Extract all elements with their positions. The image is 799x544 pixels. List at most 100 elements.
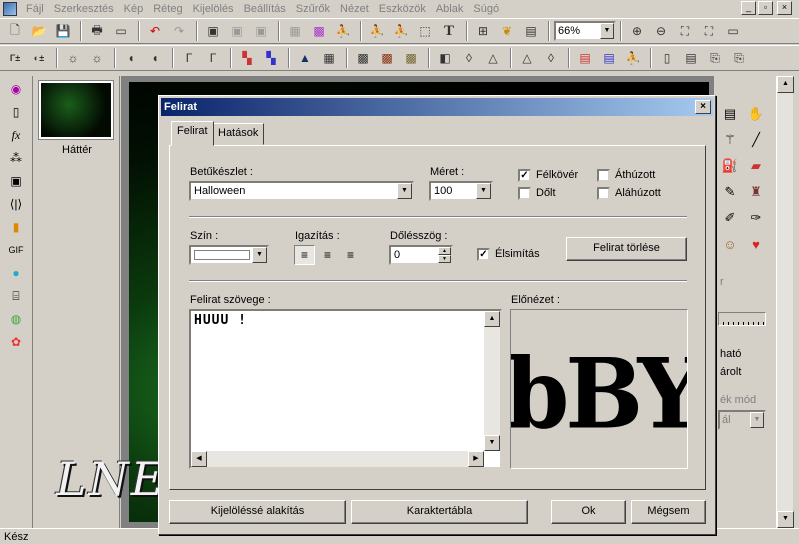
portrait-icon[interactable]: ☺ (720, 234, 740, 254)
menu-settings[interactable]: Beállítás (239, 3, 291, 15)
drop3-icon[interactable]: ◊ (540, 47, 562, 69)
page-icon[interactable]: ▯ (6, 102, 26, 122)
smudge-icon[interactable]: ✐ (720, 208, 740, 228)
histogram-icon[interactable]: ▦ (318, 47, 340, 69)
strawberry-icon[interactable]: ♥ (746, 234, 766, 254)
font-select[interactable]: Halloween ▼ (189, 181, 414, 201)
underline-checkbox[interactable] (597, 187, 610, 200)
figure-icon[interactable]: ⛹ (332, 20, 354, 42)
contrast-plus-icon[interactable]: ◖ (144, 47, 166, 69)
menu-layer[interactable]: Réteg (148, 3, 187, 15)
menu-tools[interactable]: Eszközök (374, 3, 431, 15)
magic-wand-icon[interactable]: ⚚ (720, 130, 740, 150)
menu-view[interactable]: Nézet (335, 3, 374, 15)
brush-icon[interactable]: ✎ (720, 182, 740, 202)
drop2-icon[interactable]: △ (482, 47, 504, 69)
charmap-button[interactable]: Karaktertábla (351, 500, 528, 524)
zoom-in-icon[interactable]: ⊕ (626, 20, 648, 42)
color-select[interactable]: ▼ (189, 245, 269, 265)
ok-button[interactable]: Ok (551, 500, 626, 524)
menu-file[interactable]: Fájl (21, 3, 49, 15)
drop-icon[interactable]: ◊ (458, 47, 480, 69)
antialias-checkbox[interactable]: ✓ (477, 248, 490, 261)
color-plus-icon[interactable]: ▚ (260, 47, 282, 69)
select-icon[interactable]: ⬚ (414, 20, 436, 42)
scroll-up-icon[interactable]: ▲ (484, 311, 500, 327)
gif-icon[interactable]: GIF (6, 240, 26, 260)
palette2-icon[interactable]: ▤ (598, 47, 620, 69)
ellipse-select-icon[interactable]: ◉ (6, 79, 26, 99)
mosaic-icon[interactable]: ▩ (308, 20, 330, 42)
caption-textarea[interactable]: HUUU ! ▲ ▼ ◀ ▶ (189, 309, 502, 469)
eraser-icon[interactable]: ▰ (746, 156, 766, 176)
frame-icon[interactable]: ▣ (6, 171, 26, 191)
hand-icon[interactable]: ✋ (746, 104, 766, 124)
pixel3-icon[interactable]: ▩ (400, 47, 422, 69)
export-icon[interactable]: ⎘ (704, 47, 726, 69)
zoom-select[interactable]: 66% ▼ (554, 21, 616, 41)
sphere-icon[interactable]: ● (6, 263, 26, 283)
text-icon[interactable]: T (438, 20, 460, 42)
cancel-button[interactable]: Mégsem (631, 500, 706, 524)
stamp-icon[interactable]: ♜ (746, 182, 766, 202)
color-wheel-icon[interactable]: ✿ (6, 332, 26, 352)
mode-select[interactable]: ál ▼ (718, 410, 766, 430)
image-icon[interactable]: ▣ (202, 20, 224, 42)
menu-help[interactable]: Súgó (468, 3, 504, 15)
spin-down-icon[interactable]: ▼ (438, 255, 451, 263)
window-icon[interactable]: ▤ (520, 20, 542, 42)
figure2-icon[interactable]: ⛹ (390, 20, 412, 42)
chevron-down-icon[interactable]: ▼ (750, 412, 764, 428)
menu-filters[interactable]: Szűrők (291, 3, 335, 15)
italic-checkbox[interactable] (518, 187, 531, 200)
right-scrollbar[interactable]: ▲ ▼ (776, 76, 794, 528)
book-icon[interactable]: ⌸ (6, 286, 26, 306)
function-icon[interactable]: fx (6, 125, 26, 145)
cluster-icon[interactable]: ⁂ (6, 148, 26, 168)
align-center-icon[interactable]: ≡ (317, 245, 338, 265)
scroll-up-icon[interactable]: ▲ (777, 76, 794, 93)
minimize-button[interactable]: _ (741, 1, 756, 15)
fit-icon[interactable]: ⛶ (674, 20, 696, 42)
menu-edit[interactable]: Szerkesztés (49, 3, 119, 15)
open-icon[interactable]: 📂 (28, 20, 50, 42)
redo-icon[interactable]: ↷ (168, 20, 190, 42)
mountain-icon[interactable]: ▲ (294, 47, 316, 69)
auto-contrast-icon[interactable]: ◐± (28, 47, 50, 69)
zoom-out-icon[interactable]: ⊖ (650, 20, 672, 42)
chevron-down-icon[interactable]: ▼ (252, 247, 267, 263)
gradient-icon[interactable]: ▮ (6, 217, 26, 237)
save-icon[interactable]: 💾 (52, 20, 74, 42)
textarea-vscroll[interactable]: ▲ ▼ (484, 311, 500, 451)
image2-icon[interactable]: ▣ (226, 20, 248, 42)
bucket-icon[interactable]: ⛽ (720, 156, 740, 176)
close-button[interactable]: × (777, 1, 792, 15)
scroll-down-icon[interactable]: ▼ (777, 511, 794, 528)
restore-button[interactable]: ▫ (758, 1, 773, 15)
menu-selection[interactable]: Kijelölés (188, 3, 239, 15)
contrast-icon[interactable]: ◖ (120, 47, 142, 69)
line-icon[interactable]: ╱ (746, 130, 766, 150)
scroll-left-icon[interactable]: ◀ (191, 451, 207, 467)
brightness-plus-icon[interactable]: ☼ (86, 47, 108, 69)
size-select[interactable]: 100 ▼ (429, 181, 493, 201)
scan-icon[interactable]: ▭ (110, 20, 132, 42)
spin-up-icon[interactable]: ▲ (438, 247, 451, 255)
chevron-down-icon[interactable]: ▼ (397, 183, 412, 199)
auto-levels-icon[interactable]: Γ± (4, 47, 26, 69)
align-right-icon[interactable]: ≡ (340, 245, 361, 265)
chevron-down-icon[interactable]: ▼ (476, 183, 491, 199)
image3-icon[interactable]: ▣ (250, 20, 272, 42)
tree-icon[interactable]: ⊞ (472, 20, 494, 42)
scroll-right-icon[interactable]: ▶ (468, 451, 484, 467)
gamma-icon[interactable]: Γ (178, 47, 200, 69)
mirror-icon[interactable]: ⟨|⟩ (6, 194, 26, 214)
angle-input[interactable]: 0 ▲ ▼ (389, 245, 453, 265)
align-left-icon[interactable]: ≡ (294, 245, 315, 265)
pixel-icon[interactable]: ▩ (352, 47, 374, 69)
tab-effects[interactable]: Hatások (212, 123, 265, 145)
strike-checkbox[interactable] (597, 169, 610, 182)
new-icon[interactable]: 🗋 (4, 20, 26, 42)
grid-icon[interactable]: ▦ (284, 20, 306, 42)
triangle-icon[interactable]: △ (516, 47, 538, 69)
